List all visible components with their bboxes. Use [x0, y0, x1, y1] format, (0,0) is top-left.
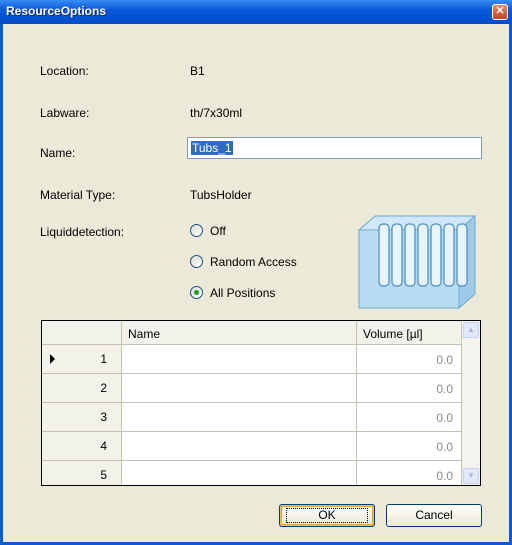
vertical-scrollbar[interactable]: ▲ ▼ [462, 321, 480, 485]
row-number: 3 [100, 410, 107, 424]
title-bar[interactable]: ResourceOptions ✕ [0, 0, 512, 24]
table-cell-name[interactable] [122, 403, 357, 432]
name-label: Name: [40, 146, 76, 160]
resource-options-window: ResourceOptions ✕ Location: B1 Labware: … [0, 0, 512, 545]
row-header[interactable]: 3 [42, 403, 122, 432]
cancel-button-label: Cancel [415, 508, 453, 522]
table-cell-volume[interactable]: 0.0 [357, 432, 462, 461]
arrow-up-icon[interactable]: ▲ [463, 322, 479, 338]
labware-label: Labware: [40, 106, 90, 120]
table-cell-name[interactable] [122, 461, 357, 485]
table-cell-name[interactable] [122, 345, 357, 374]
table-cell-volume[interactable]: 0.0 [357, 374, 462, 403]
row-header[interactable]: 2 [42, 374, 122, 403]
row-number: 5 [100, 468, 107, 482]
radio-random-access-circle[interactable] [190, 255, 203, 268]
name-input[interactable]: Tubs_1 [187, 137, 482, 159]
row-header[interactable]: 5 [42, 461, 122, 485]
table-cell-volume[interactable]: 0.0 [357, 461, 462, 485]
window-title: ResourceOptions [6, 4, 107, 18]
table-cell-volume[interactable]: 0.0 [357, 403, 462, 432]
radio-all-positions-circle[interactable] [190, 286, 203, 299]
tubs-holder-icon [357, 214, 477, 310]
radio-random-access-label[interactable]: Random Access [210, 255, 297, 269]
name-input-value: Tubs_1 [191, 141, 233, 155]
row-pointer-icon [50, 354, 55, 364]
column-header-name[interactable]: Name [122, 321, 357, 345]
table-cell-volume[interactable]: 0.0 [357, 345, 462, 374]
table-cell-name[interactable] [122, 374, 357, 403]
close-icon[interactable]: ✕ [492, 4, 508, 20]
row-header[interactable]: 1 [42, 345, 122, 374]
location-label: Location: [40, 64, 89, 78]
volume-value: 0.0 [436, 440, 453, 454]
row-header[interactable]: 4 [42, 432, 122, 461]
radio-off-label[interactable]: Off [210, 224, 226, 238]
labware-value: th/7x30ml [190, 106, 243, 120]
ok-button[interactable]: OK [279, 504, 375, 527]
location-value: B1 [190, 64, 205, 78]
radio-off-circle[interactable] [190, 224, 203, 237]
resource-table: Name Volume [µl] 1 0.0 2 0.0 3 0.0 4 0.0… [41, 320, 481, 486]
table-corner-header [42, 321, 122, 345]
material-type-value: TubsHolder [190, 188, 252, 202]
row-number: 4 [100, 439, 107, 453]
liquiddetection-label: Liquiddetection: [40, 225, 125, 239]
row-number: 1 [100, 352, 107, 366]
volume-value: 0.0 [436, 353, 453, 367]
radio-all-positions-label[interactable]: All Positions [210, 286, 275, 300]
arrow-down-icon[interactable]: ▼ [463, 468, 479, 484]
focus-rectangle [286, 508, 368, 523]
volume-value: 0.0 [436, 469, 453, 483]
dialog-body: Location: B1 Labware: th/7x30ml Name: Tu… [3, 24, 509, 542]
material-type-label: Material Type: [40, 188, 116, 202]
column-header-volume[interactable]: Volume [µl] [357, 321, 462, 345]
cancel-button[interactable]: Cancel [386, 504, 482, 527]
volume-value: 0.0 [436, 411, 453, 425]
table-cell-name[interactable] [122, 432, 357, 461]
row-number: 2 [100, 381, 107, 395]
volume-value: 0.0 [436, 382, 453, 396]
